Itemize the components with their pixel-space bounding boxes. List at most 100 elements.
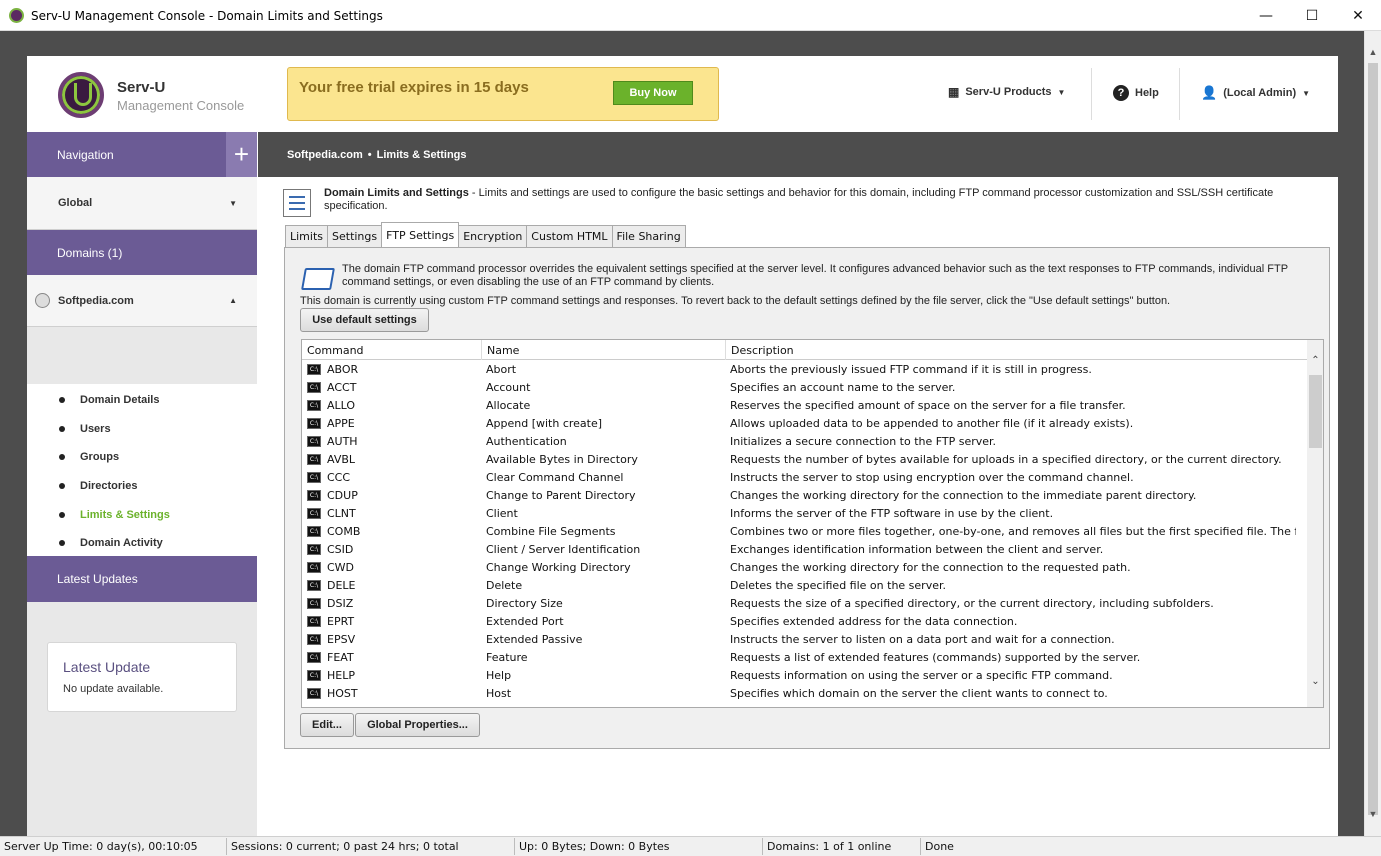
cell-name: Extended Passive (486, 633, 583, 646)
table-row[interactable]: C:\ FEAT Feature Requests a list of extende… (302, 649, 1307, 667)
header: Serv-U Management Console Your free tria… (27, 56, 1338, 132)
status-bar: Server Up Time: 0 day(s), 00:10:05 Sessi… (0, 836, 1381, 856)
subnav-item-directories[interactable]: Directories (59, 480, 137, 492)
scroll-down-icon[interactable]: ⌄ (1307, 673, 1323, 690)
command-prompt-icon: C:\ (307, 634, 321, 645)
brand-name: Serv-U (117, 79, 166, 96)
edit-button[interactable]: Edit... (300, 713, 354, 737)
table-row[interactable]: C:\ HELP Help Requests information on using… (302, 667, 1307, 685)
table-row[interactable]: C:\ ACCT Account Specifies an account name … (302, 379, 1307, 397)
add-icon[interactable]: + (226, 132, 257, 177)
cell-command: DSIZ (327, 597, 354, 610)
subnav-item-users[interactable]: Users (59, 423, 111, 435)
command-prompt-icon: C:\ (307, 562, 321, 573)
cell-command: CSID (327, 543, 354, 556)
column-header-name[interactable]: Name (482, 340, 726, 360)
navigation-header: Navigation + (27, 132, 257, 177)
user-icon: 👤 (1201, 85, 1218, 100)
table-row[interactable]: C:\ EPRT Extended Port Specifies extended a… (302, 613, 1307, 631)
scroll-down-icon[interactable]: ▼ (1365, 805, 1381, 822)
main-content: Domain Limits and Settings - Limits and … (258, 177, 1338, 836)
subnav-label: Limits & Settings (80, 509, 170, 521)
window-scrollbar[interactable]: ▲ ▼ (1364, 31, 1381, 836)
tab-encryption[interactable]: Encryption (458, 225, 528, 247)
table-scroll-thumb[interactable] (1309, 375, 1322, 448)
buy-now-button[interactable]: Buy Now (613, 81, 693, 105)
table-row[interactable]: C:\ CCC Clear Command Channel Instructs the… (302, 469, 1307, 487)
column-header-command[interactable]: Command ˆ (302, 340, 482, 360)
window-titlebar: Serv-U Management Console - Domain Limit… (0, 0, 1381, 31)
table-row[interactable]: C:\ APPE Append [with create] Allows upload… (302, 415, 1307, 433)
command-prompt-icon: C:\ (307, 490, 321, 501)
table-row[interactable]: C:\ HOST Host Specifies which domain on the… (302, 685, 1307, 703)
bullet-icon (59, 483, 65, 489)
maximize-button[interactable]: ☐ (1289, 0, 1335, 31)
tab-settings[interactable]: Settings (327, 225, 383, 247)
help-link[interactable]: ? Help (1113, 85, 1159, 101)
table-row[interactable]: C:\ EPSV Extended Passive Instructs the ser… (302, 631, 1307, 649)
table-row[interactable]: C:\ CLNT Client Informs the server of the F… (302, 505, 1307, 523)
table-row[interactable]: C:\ CSID Client / Server Identification Exc… (302, 541, 1307, 559)
scroll-thumb[interactable] (1368, 63, 1378, 815)
tab-file-sharing[interactable]: File Sharing (611, 225, 686, 247)
command-prompt-icon: C:\ (307, 382, 321, 393)
serv-u-products-menu[interactable]: ▦ Serv-U Products ▼ (948, 85, 1065, 99)
close-button[interactable]: ✕ (1335, 0, 1381, 31)
latest-update-text: No update available. (63, 683, 164, 695)
global-properties-button[interactable]: Global Properties... (355, 713, 480, 737)
use-default-settings-button[interactable]: Use default settings (300, 308, 429, 332)
subnav-label: Domain Details (80, 394, 160, 406)
scroll-up-icon[interactable]: ▲ (1365, 43, 1381, 60)
subnav-label: Directories (80, 480, 138, 492)
table-row[interactable]: C:\ CWD Change Working Directory Changes th… (302, 559, 1307, 577)
sidebar-item-global[interactable]: Global ▼ (27, 177, 257, 230)
user-menu[interactable]: 👤 (Local Admin) ▼ (1201, 85, 1310, 101)
table-scrollbar[interactable]: ⌃ ⌄ (1307, 340, 1323, 707)
table-row[interactable]: C:\ AUTH Authentication Initializes a secur… (302, 433, 1307, 451)
scroll-up-icon[interactable]: ⌃ (1307, 352, 1323, 369)
cell-name: Directory Size (486, 597, 563, 610)
tab-ftp-settings[interactable]: FTP Settings (381, 222, 460, 247)
minimize-button[interactable]: — (1243, 0, 1289, 31)
sidebar-item-label: Softpedia.com (58, 294, 134, 307)
table-row[interactable]: C:\ CDUP Change to Parent Directory Changes… (302, 487, 1307, 505)
command-prompt-icon: C:\ (307, 418, 321, 429)
command-prompt-icon: C:\ (307, 526, 321, 537)
subnav-item-groups[interactable]: Groups (59, 451, 119, 463)
chevron-down-icon: ▼ (229, 198, 237, 208)
column-header-description[interactable]: Description (726, 340, 1307, 360)
subnav-item-domain-details[interactable]: Domain Details (59, 394, 159, 406)
cell-name: Authentication (486, 435, 567, 448)
sidebar-item-domains[interactable]: Domains (1) (27, 230, 257, 275)
sidebar-item-domain[interactable]: Softpedia.com ▲ (27, 275, 257, 327)
breadcrumb-domain[interactable]: Softpedia.com (287, 149, 363, 161)
cell-command: CDUP (327, 489, 358, 502)
ftp-settings-panel: The domain FTP command processor overrid… (284, 247, 1330, 749)
table-row[interactable]: C:\ AVBL Available Bytes in Directory Reque… (302, 451, 1307, 469)
command-prompt-icon: C:\ (307, 598, 321, 609)
cell-description: Changes the working directory for the co… (730, 489, 1197, 502)
cell-description: Informs the server of the FTP software i… (730, 507, 1054, 520)
cell-command: CLNT (327, 507, 356, 520)
cell-name: Feature (486, 651, 528, 664)
latest-update-title: Latest Update (63, 659, 151, 675)
breadcrumb-page: Limits & Settings (376, 148, 467, 161)
sidebar-item-latest-updates[interactable]: Latest Updates (27, 556, 257, 602)
custom-settings-note: This domain is currently using custom FT… (300, 295, 1171, 307)
column-label: Name (487, 343, 520, 357)
latest-update-card: Latest Update No update available. (47, 642, 237, 712)
tab-limits[interactable]: Limits (285, 225, 328, 247)
table-row[interactable]: C:\ COMB Combine File Segments Combines two… (302, 523, 1307, 541)
subnav-item-limits-settings[interactable]: Limits & Settings (59, 509, 170, 521)
column-label: Description (731, 343, 794, 357)
subnav-item-domain-activity[interactable]: Domain Activity (59, 537, 163, 549)
table-row[interactable]: C:\ ALLO Allocate Reserves the specified am… (302, 397, 1307, 415)
cell-name: Available Bytes in Directory (486, 453, 638, 466)
command-prompt-icon: C:\ (307, 688, 321, 699)
table-row[interactable]: C:\ DSIZ Directory Size Requests the size o… (302, 595, 1307, 613)
table-row[interactable]: C:\ ABOR Abort Aborts the previously issued… (302, 361, 1307, 379)
table-row[interactable]: C:\ DELE Delete Deletes the specified file … (302, 577, 1307, 595)
serv-u-logo-icon (58, 72, 104, 118)
tab-custom-html[interactable]: Custom HTML (526, 225, 613, 247)
sidebar: Navigation + Global ▼ Domains (1) Softpe… (27, 132, 257, 836)
